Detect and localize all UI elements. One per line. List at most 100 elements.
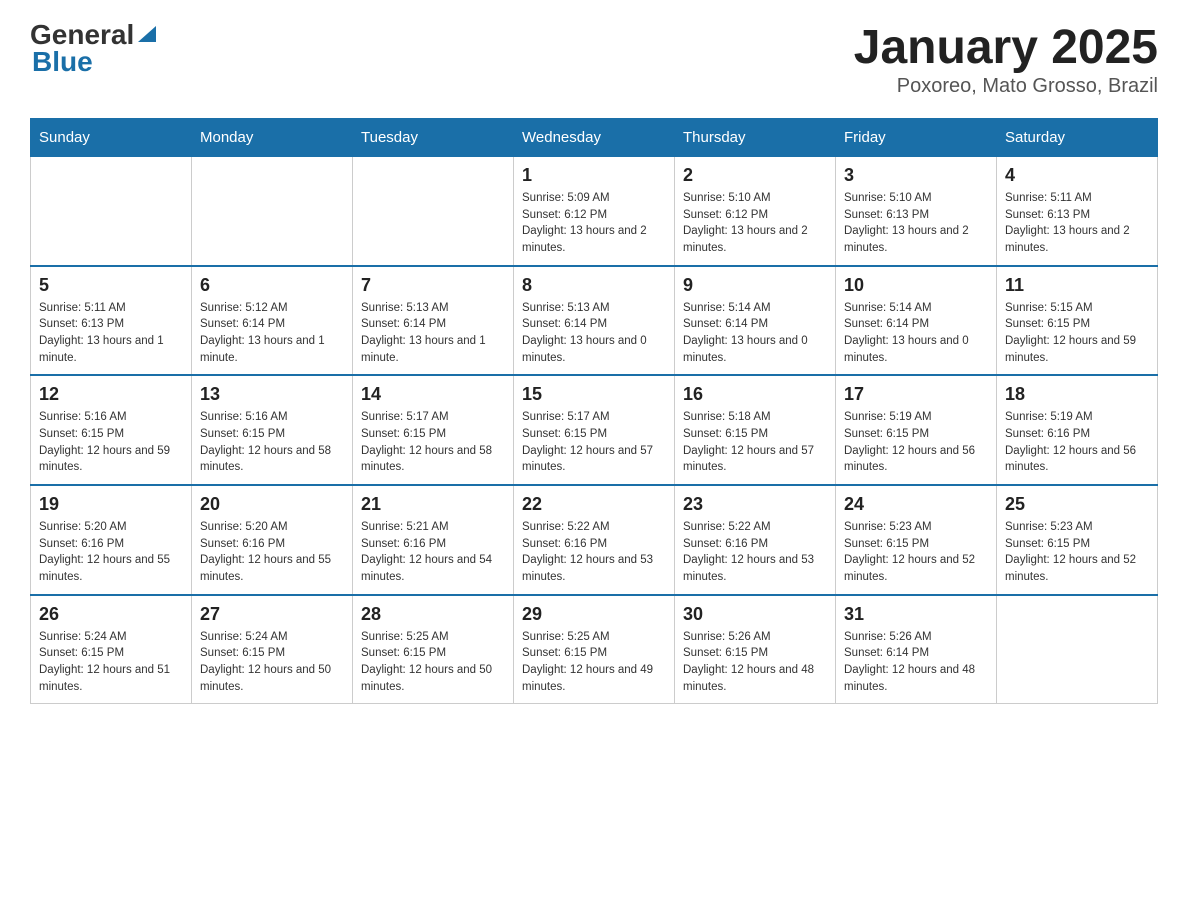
calendar-cell: 30 Sunrise: 5:26 AMSunset: 6:15 PMDayligh… [675, 595, 836, 704]
calendar-week-row: 5 Sunrise: 5:11 AMSunset: 6:13 PMDaylight… [31, 266, 1158, 376]
calendar-cell: 24Sunrise: 5:23 AMSunset: 6:15 PMDayligh… [836, 485, 997, 595]
calendar-cell: 3Sunrise: 5:10 AMSunset: 6:13 PMDaylight… [836, 157, 997, 266]
day-info: Sunrise: 5:13 AMSunset: 6:14 PMDaylight:… [522, 300, 666, 367]
day-number: 31 [844, 604, 988, 625]
day-info: Sunrise: 5:25 AMSunset: 6:15 PMDaylight:… [361, 629, 505, 696]
calendar-cell: 5 Sunrise: 5:11 AMSunset: 6:13 PMDaylight… [31, 266, 192, 376]
calendar-cell [31, 157, 192, 266]
day-number: 9 [683, 275, 827, 296]
day-number: 1 [522, 165, 666, 186]
calendar-cell: 6Sunrise: 5:12 AMSunset: 6:14 PMDaylight… [192, 266, 353, 376]
day-number: 4 [1005, 165, 1149, 186]
calendar-cell: 1Sunrise: 5:09 AMSunset: 6:12 PMDaylight… [514, 157, 675, 266]
day-number: 22 [522, 494, 666, 515]
day-info: Sunrise: 5:11 AMSunset: 6:13 PMDaylight:… [1005, 190, 1149, 257]
day-info: Sunrise: 5:19 AMSunset: 6:16 PMDaylight:… [1005, 409, 1149, 476]
day-number: 15 [522, 384, 666, 405]
day-number: 11 [1005, 275, 1149, 296]
day-info: Sunrise: 5:16 AMSunset: 6:15 PMDaylight:… [39, 409, 183, 476]
day-info: Sunrise: 5:24 AMSunset: 6:15 PMDaylight:… [200, 629, 344, 696]
logo-blue: Blue [32, 46, 93, 77]
calendar-cell [192, 157, 353, 266]
page-header: General Blue January 2025 Poxoreo, Mato … [30, 20, 1158, 98]
logo-triangle-icon [136, 22, 158, 44]
day-info: Sunrise: 5:14 AMSunset: 6:14 PMDaylight:… [683, 300, 827, 367]
day-number: 29 [522, 604, 666, 625]
day-number: 13 [200, 384, 344, 405]
day-number: 10 [844, 275, 988, 296]
weekday-header-friday: Friday [836, 119, 997, 157]
weekday-header-monday: Monday [192, 119, 353, 157]
logo: General Blue [30, 20, 158, 78]
page-title: January 2025 [854, 20, 1158, 75]
day-number: 8 [522, 275, 666, 296]
day-number: 30 [683, 604, 827, 625]
day-info: Sunrise: 5:10 AMSunset: 6:13 PMDaylight:… [844, 190, 988, 257]
day-info: Sunrise: 5:16 AMSunset: 6:15 PMDaylight:… [200, 409, 344, 476]
calendar-cell: 17 Sunrise: 5:19 AMSunset: 6:15 PMDayligh… [836, 375, 997, 485]
day-info: Sunrise: 5:13 AMSunset: 6:14 PMDaylight:… [361, 300, 505, 367]
calendar-cell: 28 Sunrise: 5:25 AMSunset: 6:15 PMDayligh… [353, 595, 514, 704]
calendar-cell: 29 Sunrise: 5:25 AMSunset: 6:15 PMDayligh… [514, 595, 675, 704]
day-info: Sunrise: 5:25 AMSunset: 6:15 PMDaylight:… [522, 629, 666, 696]
day-info: Sunrise: 5:15 AMSunset: 6:15 PMDaylight:… [1005, 300, 1149, 367]
day-info: Sunrise: 5:23 AMSunset: 6:15 PMDaylight:… [844, 519, 988, 586]
calendar-cell: 27 Sunrise: 5:24 AMSunset: 6:15 PMDayligh… [192, 595, 353, 704]
day-number: 12 [39, 384, 183, 405]
day-info: Sunrise: 5:17 AMSunset: 6:15 PMDaylight:… [522, 409, 666, 476]
calendar-cell: 7 Sunrise: 5:13 AMSunset: 6:14 PMDaylight… [353, 266, 514, 376]
day-info: Sunrise: 5:20 AMSunset: 6:16 PMDaylight:… [200, 519, 344, 586]
day-number: 7 [361, 275, 505, 296]
calendar-cell: 8 Sunrise: 5:13 AMSunset: 6:14 PMDaylight… [514, 266, 675, 376]
weekday-header-sunday: Sunday [31, 119, 192, 157]
day-number: 25 [1005, 494, 1149, 515]
day-number: 27 [200, 604, 344, 625]
calendar-table: SundayMondayTuesdayWednesdayThursdayFrid… [30, 118, 1158, 704]
calendar-cell: 31 Sunrise: 5:26 AMSunset: 6:14 PMDayligh… [836, 595, 997, 704]
calendar-week-row: 26 Sunrise: 5:24 AMSunset: 6:15 PMDayligh… [31, 595, 1158, 704]
calendar-cell [353, 157, 514, 266]
day-number: 16 [683, 384, 827, 405]
weekday-header-tuesday: Tuesday [353, 119, 514, 157]
calendar-cell: 10Sunrise: 5:14 AMSunset: 6:14 PMDayligh… [836, 266, 997, 376]
calendar-week-row: 12 Sunrise: 5:16 AMSunset: 6:15 PMDayligh… [31, 375, 1158, 485]
day-info: Sunrise: 5:22 AMSunset: 6:16 PMDaylight:… [683, 519, 827, 586]
day-info: Sunrise: 5:17 AMSunset: 6:15 PMDaylight:… [361, 409, 505, 476]
calendar-header-row: SundayMondayTuesdayWednesdayThursdayFrid… [31, 119, 1158, 157]
page-subtitle: Poxoreo, Mato Grosso, Brazil [854, 75, 1158, 98]
weekday-header-wednesday: Wednesday [514, 119, 675, 157]
day-info: Sunrise: 5:19 AMSunset: 6:15 PMDaylight:… [844, 409, 988, 476]
day-info: Sunrise: 5:26 AMSunset: 6:15 PMDaylight:… [683, 629, 827, 696]
day-number: 2 [683, 165, 827, 186]
day-number: 21 [361, 494, 505, 515]
day-number: 19 [39, 494, 183, 515]
day-info: Sunrise: 5:21 AMSunset: 6:16 PMDaylight:… [361, 519, 505, 586]
calendar-cell [997, 595, 1158, 704]
day-number: 20 [200, 494, 344, 515]
day-number: 23 [683, 494, 827, 515]
calendar-cell: 15 Sunrise: 5:17 AMSunset: 6:15 PMDayligh… [514, 375, 675, 485]
day-number: 5 [39, 275, 183, 296]
day-info: Sunrise: 5:12 AMSunset: 6:14 PMDaylight:… [200, 300, 344, 367]
calendar-cell: 22Sunrise: 5:22 AMSunset: 6:16 PMDayligh… [514, 485, 675, 595]
calendar-cell: 21 Sunrise: 5:21 AMSunset: 6:16 PMDayligh… [353, 485, 514, 595]
calendar-cell: 16 Sunrise: 5:18 AMSunset: 6:15 PMDayligh… [675, 375, 836, 485]
calendar-cell: 25 Sunrise: 5:23 AMSunset: 6:15 PMDayligh… [997, 485, 1158, 595]
day-number: 26 [39, 604, 183, 625]
calendar-cell: 20 Sunrise: 5:20 AMSunset: 6:16 PMDayligh… [192, 485, 353, 595]
day-info: Sunrise: 5:10 AMSunset: 6:12 PMDaylight:… [683, 190, 827, 257]
calendar-cell: 23 Sunrise: 5:22 AMSunset: 6:16 PMDayligh… [675, 485, 836, 595]
day-info: Sunrise: 5:20 AMSunset: 6:16 PMDaylight:… [39, 519, 183, 586]
day-info: Sunrise: 5:23 AMSunset: 6:15 PMDaylight:… [1005, 519, 1149, 586]
calendar-week-row: 1Sunrise: 5:09 AMSunset: 6:12 PMDaylight… [31, 157, 1158, 266]
day-info: Sunrise: 5:11 AMSunset: 6:13 PMDaylight:… [39, 300, 183, 367]
day-info: Sunrise: 5:24 AMSunset: 6:15 PMDaylight:… [39, 629, 183, 696]
day-info: Sunrise: 5:18 AMSunset: 6:15 PMDaylight:… [683, 409, 827, 476]
calendar-week-row: 19 Sunrise: 5:20 AMSunset: 6:16 PMDayligh… [31, 485, 1158, 595]
calendar-cell: 26 Sunrise: 5:24 AMSunset: 6:15 PMDayligh… [31, 595, 192, 704]
day-number: 14 [361, 384, 505, 405]
day-number: 17 [844, 384, 988, 405]
weekday-header-thursday: Thursday [675, 119, 836, 157]
day-number: 28 [361, 604, 505, 625]
day-info: Sunrise: 5:26 AMSunset: 6:14 PMDaylight:… [844, 629, 988, 696]
